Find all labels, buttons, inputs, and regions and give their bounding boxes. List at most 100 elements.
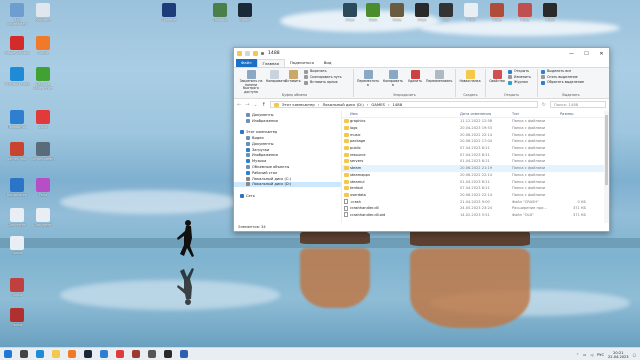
file-row[interactable]: steamapps 20.06.2022 22:14 Папка с файлами xyxy=(342,172,609,179)
taskbar-explorer-button[interactable] xyxy=(50,349,62,360)
tab-file[interactable]: Файл xyxy=(236,59,257,67)
desktop-icon[interactable]: Гпавное xyxy=(156,3,182,31)
column-size[interactable]: Размер xyxy=(560,112,586,116)
column-type[interactable]: Тип xyxy=(512,112,560,116)
desktop-icon[interactable]: Компьютер xyxy=(4,178,30,206)
desktop-icon[interactable]: Xbox xyxy=(360,3,386,31)
desktop-icon[interactable]: Документ xyxy=(4,208,30,236)
desktop-icon[interactable]: MSI xyxy=(433,3,459,31)
paste-shortcut-button[interactable]: Вставить ярлык xyxy=(304,80,342,86)
breadcrumb-1488[interactable]: 1488 xyxy=(392,102,402,107)
file-row[interactable]: .crash 21.04.2023 9:00 Файл "CRASH" 0 КБ xyxy=(342,198,609,205)
vertical-scrollbar[interactable] xyxy=(604,111,609,223)
file-row[interactable]: resource 07.04.2023 8:21 Папка с файлами xyxy=(342,151,609,158)
desktop-icon[interactable]: Игра xyxy=(537,3,563,31)
column-date[interactable]: Дата изменения xyxy=(460,112,512,116)
taskbar-firefox-button[interactable] xyxy=(66,349,78,360)
desktop-icon[interactable]: games-steam xyxy=(30,142,56,170)
scrollbar-thumb[interactable] xyxy=(605,115,608,185)
volume-icon[interactable]: ◁ xyxy=(590,353,593,357)
taskbar-start-button[interactable] xyxy=(2,349,14,360)
folder-icon xyxy=(343,166,349,171)
taskbar-search-button[interactable] xyxy=(18,349,30,360)
file-row[interactable]: public 07.04.2023 8:21 Папка с файлами xyxy=(342,145,609,152)
refresh-icon[interactable]: ↻ xyxy=(542,102,546,108)
file-row[interactable]: steam 20.06.2022 21:19 Папка с файлами xyxy=(342,164,609,172)
address-bar[interactable]: Этот компьютер › Локальный диск (D:) › GAM… xyxy=(269,101,538,108)
taskbar-photos-button[interactable] xyxy=(98,349,110,360)
taskbar-steam-button[interactable] xyxy=(82,349,94,360)
minimize-button[interactable]: — xyxy=(564,48,579,59)
tab-home[interactable]: Главная xyxy=(256,59,285,67)
title-bar[interactable]: 1488 — ☐ ✕ xyxy=(234,48,609,59)
desktop-icon[interactable]: Мой компьютер xyxy=(4,3,30,31)
file-row[interactable]: crashhandler.dll 24.05.2023 23:24 Расширен… xyxy=(342,205,609,212)
taskbar-terminal-button[interactable] xyxy=(162,349,174,360)
desktop-icon[interactable]: Adobe Acrobat xyxy=(4,36,30,64)
desktop-icon[interactable]: Проводник xyxy=(4,110,30,138)
new-folder-icon[interactable] xyxy=(253,51,258,56)
maximize-button[interactable]: ☐ xyxy=(579,48,594,59)
navigation-pane[interactable]: Документы Изображения Этот компьютер Видео Д… xyxy=(234,111,342,223)
back-arrow-icon[interactable]: ← xyxy=(237,102,241,108)
notifications-icon[interactable]: ▢ xyxy=(633,353,636,357)
close-button[interactable]: ✕ xyxy=(594,48,609,59)
properties-icon[interactable] xyxy=(245,51,250,56)
nav-item-label: Сеть xyxy=(246,194,255,199)
desktop-icon[interactable]: Игра xyxy=(409,3,435,31)
taskbar-edge-button[interactable] xyxy=(34,349,46,360)
desktop-icon[interactable]: Корзина xyxy=(30,3,56,31)
desktop-icon[interactable]: Игра xyxy=(458,3,484,31)
file-row[interactable]: crashhandler.dll.old 14.02.2023 5:51 Файл … xyxy=(342,212,609,219)
new-group-label: Создать xyxy=(463,93,478,97)
desktop-icon[interactable]: games-mail xyxy=(4,142,30,170)
desktop-icon[interactable]: Документ xyxy=(30,208,56,236)
column-name[interactable]: Имя xyxy=(350,112,460,116)
desktop-icon[interactable]: Steam xyxy=(232,3,258,31)
file-list[interactable]: Имя Дата изменения Тип Размер graphics 11… xyxy=(342,111,609,223)
taskbar-yandex-button[interactable] xyxy=(114,349,126,360)
desktop-icon[interactable]: Paint xyxy=(30,178,56,206)
desktop-icon[interactable]: Microsoft Edge xyxy=(4,67,30,95)
desktop-icon[interactable]: Ярлык xyxy=(4,236,30,264)
history-button[interactable]: Журнал xyxy=(508,80,531,86)
app-icon xyxy=(10,308,24,322)
invert-selection-button[interactable]: Обратить выделение xyxy=(541,80,584,86)
file-row[interactable]: logs 20.04.2023 19:53 Папка с файлами xyxy=(342,125,609,132)
desktop-icon[interactable]: GeForce Experience xyxy=(30,67,56,95)
file-row[interactable]: package 20.06.2022 17:04 Папка с файлами xyxy=(342,138,609,145)
file-row[interactable]: userdata 20.06.2022 22:14 Папка с файлами xyxy=(342,192,609,199)
taskbar-word-button[interactable] xyxy=(178,349,190,360)
breadcrumb-this-pc[interactable]: Этот компьютер xyxy=(282,102,315,107)
forward-arrow-icon[interactable]: → xyxy=(245,102,249,108)
network-icon[interactable]: ▭ xyxy=(583,353,586,357)
file-row[interactable]: servers 01.04.2023 8:21 Папка с файлами xyxy=(342,158,609,165)
tab-view[interactable]: Вид xyxy=(319,59,337,67)
desktop-icon[interactable]: Игра xyxy=(384,3,410,31)
desktop-icon[interactable]: Игра xyxy=(484,3,510,31)
chevron-down-icon[interactable] xyxy=(261,52,264,55)
nav-item[interactable]: Сеть xyxy=(234,193,341,199)
chevron-up-icon[interactable]: ⌃ xyxy=(576,353,579,357)
language-indicator[interactable]: РУС xyxy=(597,353,604,357)
desktop-icon[interactable]: Ярлык xyxy=(4,278,30,306)
clock[interactable]: 20:21 22.04.2023 xyxy=(608,351,629,359)
desktop-icon[interactable]: Ярлык xyxy=(4,308,30,336)
desktop-icon[interactable]: Игра xyxy=(512,3,538,31)
desktop-icon[interactable]: Zona xyxy=(30,110,56,138)
chevron-down-icon[interactable]: ⌄ xyxy=(253,102,257,108)
taskbar-game-button[interactable] xyxy=(130,349,142,360)
file-row[interactable]: steamui 01.04.2023 8:21 Папка с файлами xyxy=(342,178,609,185)
taskbar-settings-button[interactable] xyxy=(146,349,158,360)
up-arrow-icon[interactable]: ↑ xyxy=(262,102,266,108)
file-row[interactable]: music 20.06.2022 22:14 Папка с файлами xyxy=(342,131,609,138)
desktop-icon[interactable]: Таблица xyxy=(207,3,233,31)
explorer-window[interactable]: 1488 — ☐ ✕ Файл Главная Поделиться Вид З… xyxy=(233,47,610,232)
search-input[interactable]: Поиск: 1488 xyxy=(550,101,606,108)
file-row[interactable]: graphics 11.12.2022 12:58 Папка с файлами xyxy=(342,118,609,125)
breadcrumb-drive-d[interactable]: Локальный диск (D:) xyxy=(322,102,363,107)
tab-share[interactable]: Поделиться xyxy=(285,59,319,67)
file-row[interactable]: tenfoot 07.04.2023 8:21 Папка с файлами xyxy=(342,185,609,192)
breadcrumb-games[interactable]: GAMES xyxy=(371,102,385,107)
desktop-icon[interactable]: Firefox xyxy=(30,36,56,64)
